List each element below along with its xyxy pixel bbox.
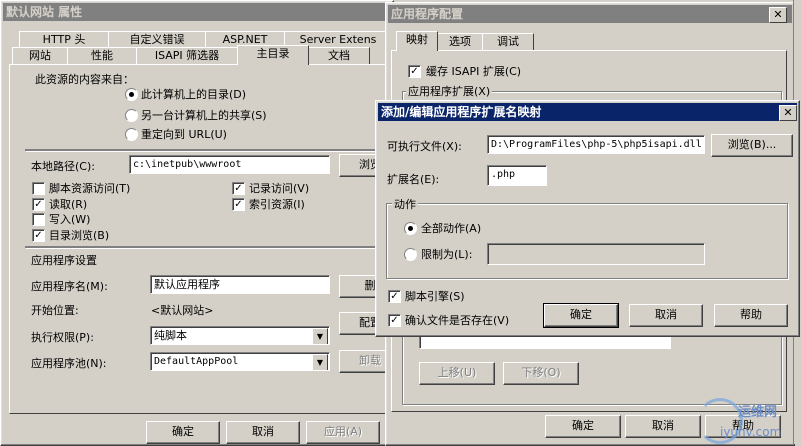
properties-apply-button[interactable]: 应用(A) — [306, 421, 380, 444]
radio-limit-to[interactable] — [404, 248, 417, 261]
ext-help-button[interactable]: 帮助 — [714, 304, 788, 327]
watermark-text-domain: iyunv.com — [720, 425, 782, 439]
tab-performance[interactable]: 性能 — [67, 47, 137, 65]
start-point-value: <默认网站> — [151, 304, 214, 317]
radio-local-directory-label: 此计算机上的目录(D) — [141, 88, 247, 101]
app-settings-divider — [25, 246, 387, 248]
checkbox-log-visits[interactable]: ✓ — [232, 182, 245, 195]
properties-titlebar: 默认网站 属性 — [3, 3, 391, 21]
ext-input[interactable]: .php — [487, 165, 547, 186]
move-up-button[interactable]: 上移(U) — [419, 362, 495, 385]
ext-ok-button[interactable]: 确定 — [543, 303, 619, 328]
ext-label: 扩展名(E): — [387, 173, 440, 186]
checkbox-script-source-label: 脚本资源访问(T) — [49, 182, 131, 195]
exe-path-input[interactable]: D:\ProgramFiles\php-5\php5isapi.dll — [487, 135, 705, 154]
ext-mapping-dialog: 添加/编辑应用程序扩展名映射 ✕ 可执行文件(X): D:\ProgramFil… — [375, 100, 800, 337]
chevron-down-icon[interactable]: ▼ — [312, 354, 328, 370]
checkbox-write[interactable] — [32, 213, 45, 226]
tab-home-directory[interactable]: 主目录 — [237, 45, 309, 65]
app-ext-group-label: 应用程序扩展(X) — [406, 83, 493, 99]
exe-browse-button[interactable]: 浏览(B)... — [711, 134, 793, 157]
radio-network-share-label: 另一台计算机上的共享(S) — [141, 109, 267, 122]
ext-mapping-titlebar: 添加/编辑应用程序扩展名映射 — [378, 103, 797, 121]
checkbox-script-engine[interactable]: ✓ — [388, 290, 401, 303]
properties-ok-button[interactable]: 确定 — [146, 421, 220, 444]
checkbox-read-label: 读取(R) — [49, 198, 88, 211]
chevron-down-icon[interactable]: ▼ — [312, 328, 328, 344]
properties-cancel-button[interactable]: 取消 — [226, 421, 300, 444]
checkbox-dir-browse[interactable]: ✓ — [32, 229, 45, 242]
app-pool-select[interactable]: DefaultAppPool ▼ — [150, 352, 330, 371]
radio-local-directory[interactable] — [125, 88, 138, 101]
app-config-ok-button[interactable]: 确定 — [545, 415, 621, 438]
checkbox-dir-browse-label: 目录浏览(B) — [49, 229, 110, 242]
verbs-group-label: 动作 — [392, 196, 418, 212]
close-icon[interactable]: ✕ — [769, 7, 787, 23]
tab-documents[interactable]: 文档 — [308, 47, 370, 65]
exec-perm-select[interactable]: 纯脚本 ▼ — [150, 326, 330, 345]
app-config-cancel-button[interactable]: 取消 — [625, 415, 701, 438]
app-name-label: 应用程序名(M): — [31, 280, 108, 293]
move-down-button[interactable]: 下移(O) — [503, 362, 579, 385]
ext-cancel-button[interactable]: 取消 — [629, 304, 703, 327]
source-label: 此资源的内容来自： — [35, 73, 134, 86]
radio-limit-to-label: 限制为(L): — [421, 248, 473, 261]
app-config-titlebar: 应用程序配置 — [388, 5, 792, 23]
exec-perm-value: 纯脚本 — [154, 329, 187, 342]
radio-all-verbs[interactable] — [404, 222, 417, 235]
app-config-title: 应用程序配置 — [391, 7, 464, 21]
start-point-label: 开始位置: — [31, 304, 79, 317]
app-settings-label: 应用程序设置 — [31, 254, 97, 267]
checkbox-cache-isapi[interactable]: ✓ — [408, 65, 421, 78]
watermark-text-cn: 运维网 — [738, 405, 778, 420]
checkbox-verify-file[interactable]: ✓ — [388, 314, 401, 327]
app-pool-value: DefaultAppPool — [154, 356, 239, 367]
tab-isapi-filters[interactable]: ISAPI 筛选器 — [136, 47, 238, 65]
checkbox-verify-file-label: 确认文件是否存在(V) — [405, 314, 510, 327]
properties-window: 默认网站 属性 HTTP 头 自定义错误 ASP.NET Server Exte… — [0, 0, 401, 446]
tab-debugging[interactable]: 调试 — [482, 33, 534, 51]
local-path-label: 本地路径(C): — [31, 160, 95, 173]
limit-verbs-input[interactable] — [487, 243, 705, 265]
checkbox-log-visits-label: 记录访问(V) — [249, 182, 310, 195]
exec-perm-label: 执行权限(P): — [31, 331, 94, 344]
checkbox-read[interactable]: ✓ — [32, 198, 45, 211]
checkbox-script-engine-label: 脚本引擎(S) — [405, 290, 465, 303]
radio-network-share[interactable] — [125, 109, 138, 122]
verbs-group — [386, 203, 788, 279]
radio-all-verbs-label: 全部动作(A) — [421, 222, 482, 235]
close-icon[interactable]: ✕ — [779, 105, 797, 121]
tab-website[interactable]: 网站 — [12, 47, 68, 65]
checkbox-index-resource[interactable]: ✓ — [232, 198, 245, 211]
properties-title: 默认网站 属性 — [6, 5, 83, 19]
app-pool-label: 应用程序池(N): — [31, 357, 107, 370]
checkbox-script-source[interactable] — [32, 182, 45, 195]
checkbox-write-label: 写入(W) — [49, 213, 91, 226]
exe-label: 可执行文件(X): — [387, 140, 462, 153]
checkbox-index-resource-label: 索引资源(I) — [249, 198, 305, 211]
tab-mappings[interactable]: 映射 — [396, 31, 438, 51]
local-path-input[interactable]: c:\inetpub\wwwroot — [129, 155, 330, 174]
checkbox-cache-isapi-label: 缓存 ISAPI 扩展(C) — [426, 65, 522, 78]
app-name-input[interactable]: 默认应用程序 — [150, 275, 330, 294]
tab-options[interactable]: 选项 — [437, 33, 483, 51]
ext-mapping-title: 添加/编辑应用程序扩展名映射 — [381, 105, 542, 119]
radio-redirect-url-label: 重定向到 URL(U) — [141, 128, 227, 141]
path-group — [25, 149, 387, 151]
radio-redirect-url[interactable] — [125, 128, 138, 141]
